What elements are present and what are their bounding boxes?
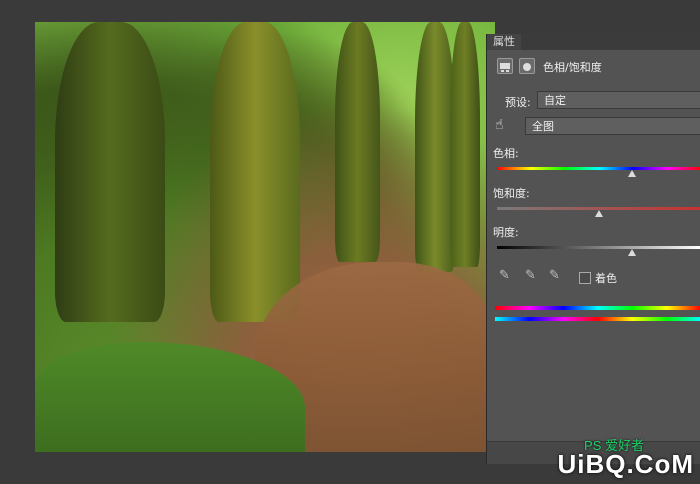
document-canvas[interactable] bbox=[35, 22, 495, 452]
color-bar-top bbox=[495, 306, 700, 310]
eyedropper-icon[interactable]: ✎ bbox=[499, 268, 510, 283]
lightness-slider-track[interactable] bbox=[497, 246, 700, 249]
saturation-label: 饱和度: bbox=[493, 187, 530, 200]
eyedropper-subtract-icon[interactable]: ✎ bbox=[549, 268, 560, 283]
hue-slider-track[interactable] bbox=[497, 167, 700, 170]
tree-trunk bbox=[335, 22, 380, 262]
watermark: UiBQ.CoM bbox=[557, 449, 694, 479]
eyedropper-add-icon[interactable]: ✎ bbox=[525, 268, 536, 283]
color-bar-bottom bbox=[495, 317, 700, 321]
adjustment-title: 色相/饱和度 bbox=[543, 61, 602, 74]
lightness-label: 明度: bbox=[493, 226, 519, 239]
lightness-slider-thumb[interactable] bbox=[627, 249, 636, 256]
hue-slider-thumb[interactable] bbox=[627, 170, 636, 177]
tab-properties[interactable]: 属性 bbox=[487, 34, 521, 50]
tree-trunk bbox=[415, 22, 455, 272]
tree-trunk bbox=[210, 22, 300, 322]
preset-select[interactable]: 自定 bbox=[537, 91, 700, 109]
tree-trunk bbox=[450, 22, 480, 267]
preset-label: 预设: bbox=[505, 96, 531, 109]
colorize-label: 着色 bbox=[595, 272, 617, 285]
saturation-slider-thumb[interactable] bbox=[595, 210, 603, 217]
colorize-checkbox[interactable] bbox=[579, 272, 591, 284]
adjustment-layer-icon[interactable] bbox=[497, 58, 513, 74]
channel-select[interactable]: 全图 bbox=[525, 117, 700, 135]
hue-label: 色相: bbox=[493, 147, 519, 160]
properties-panel: 属性 色相/饱和度 预设: 自定 ☝ 全图 色相: 饱和度: 明度: ✎ ✎ ✎… bbox=[486, 34, 700, 464]
mask-icon[interactable] bbox=[519, 58, 535, 74]
tree-trunk bbox=[55, 22, 165, 322]
hand-adjust-icon[interactable]: ☝ bbox=[495, 117, 504, 133]
